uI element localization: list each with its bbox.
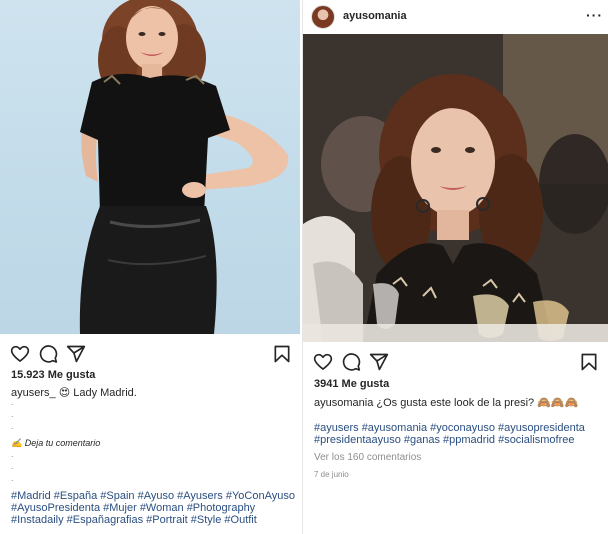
- heart-eyes-emoji: 😍: [58, 387, 71, 399]
- caption-dot: .: [11, 409, 14, 419]
- action-bar: [303, 352, 608, 376]
- comment-icon[interactable]: [38, 344, 58, 364]
- woman-portrait-illustration: [79, 0, 289, 334]
- caption-username[interactable]: ayusomania: [314, 397, 373, 409]
- hashtag-line[interactable]: #Madrid #España #Spain #Ayuso #Ayusers #…: [11, 490, 295, 502]
- hashtag-line[interactable]: #Instadaily #Españagrafias #Portrait #St…: [11, 514, 295, 526]
- bookmark-icon[interactable]: [272, 344, 292, 364]
- hashtag-block: #Madrid #España #Spain #Ayuso #Ayusers #…: [11, 490, 295, 526]
- hashtag-line[interactable]: #presidentaayuso #ganas #ppmadrid #socia…: [314, 434, 585, 446]
- writing-hand-icon: ✍️: [11, 438, 23, 448]
- instagram-post-right: ayusomania ··· 3941 Me gusta ayusomania …: [302, 0, 608, 534]
- likes-count[interactable]: 3941 Me gusta: [314, 378, 389, 390]
- add-comment-text: Deja tu comentario: [24, 438, 101, 448]
- caption-text: ¿Os gusta este look de la presi?: [376, 397, 535, 409]
- likes-count[interactable]: 15.923 Me gusta: [11, 369, 95, 381]
- share-icon[interactable]: [369, 352, 389, 372]
- caption-dot: .: [11, 397, 14, 407]
- woman-at-event-illustration: [303, 34, 608, 342]
- view-comments-link[interactable]: Ver los 160 comentarios: [314, 452, 421, 463]
- add-comment-line[interactable]: ✍️ Deja tu comentario: [11, 438, 100, 449]
- caption-dot: .: [11, 449, 14, 459]
- heart-icon[interactable]: [313, 352, 333, 372]
- post-header: ayusomania ···: [303, 0, 608, 34]
- post-caption: ayusers_ 😍 Lady Madrid.: [11, 386, 137, 399]
- avatar[interactable]: [311, 5, 335, 29]
- more-icon[interactable]: ···: [586, 7, 603, 23]
- bookmark-icon[interactable]: [579, 352, 599, 372]
- post-photo[interactable]: [0, 0, 300, 334]
- caption-dot: .: [11, 421, 14, 431]
- caption-username[interactable]: ayusers_: [11, 387, 56, 399]
- action-bar: [0, 344, 300, 368]
- post-photo[interactable]: [303, 34, 608, 342]
- caption-dot: .: [11, 461, 14, 471]
- hashtag-line[interactable]: #ayusers #ayusomania #yoconayuso #ayusop…: [314, 422, 585, 434]
- hashtag-block: #ayusers #ayusomania #yoconayuso #ayusop…: [314, 422, 585, 446]
- see-no-evil-monkey-emoji: 🙈🙈🙈: [537, 397, 579, 409]
- hashtag-line[interactable]: #AyusoPresidenta #Mujer #Woman #Photogra…: [11, 502, 295, 514]
- caption-text: Lady Madrid.: [73, 387, 137, 399]
- caption-dot: .: [11, 473, 14, 483]
- heart-icon[interactable]: [10, 344, 30, 364]
- post-date: 7 de junio: [314, 470, 349, 479]
- share-icon[interactable]: [66, 344, 86, 364]
- instagram-post-left: 15.923 Me gusta ayusers_ 😍 Lady Madrid. …: [0, 0, 300, 534]
- post-caption: ayusomania ¿Os gusta este look de la pre…: [314, 396, 578, 409]
- comment-icon[interactable]: [341, 352, 361, 372]
- post-username[interactable]: ayusomania: [343, 10, 407, 22]
